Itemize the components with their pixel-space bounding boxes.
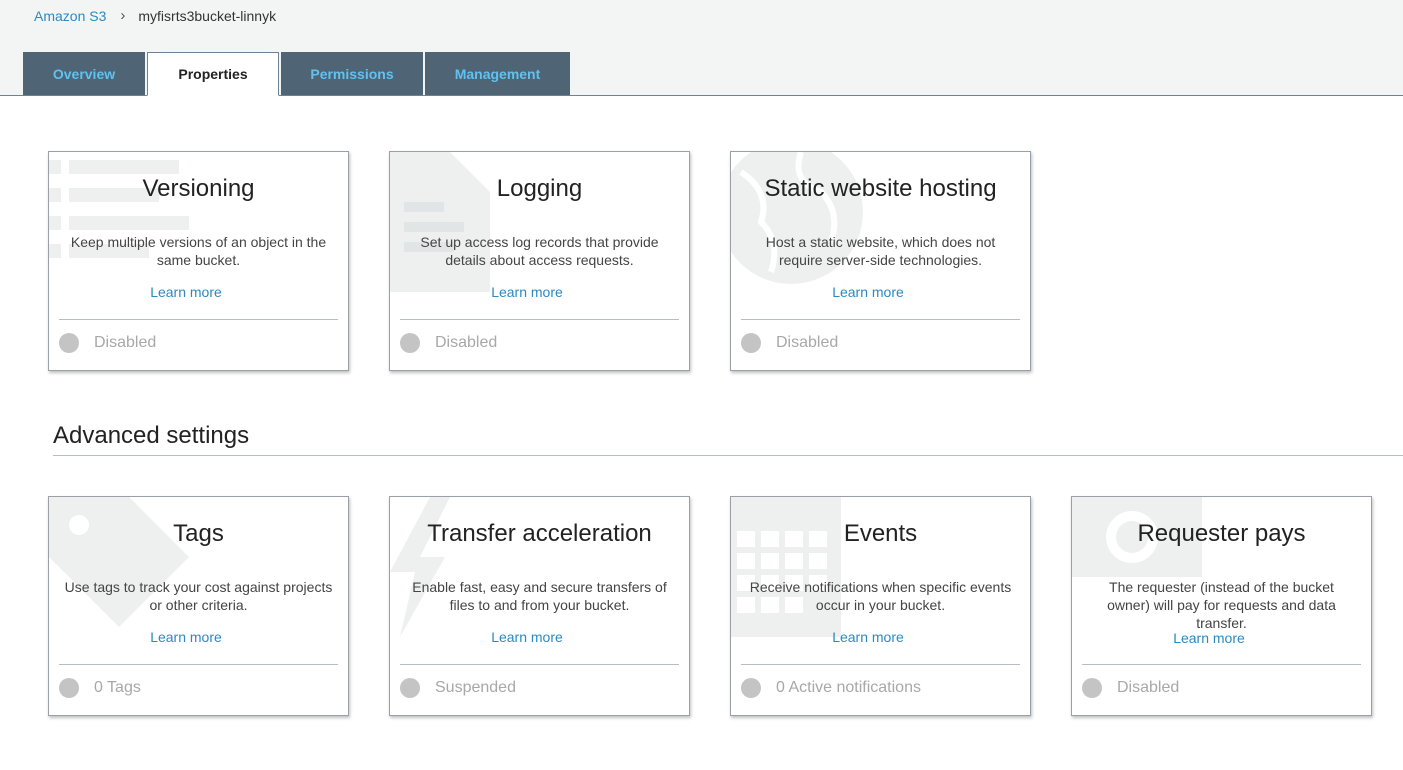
status-dot-icon — [741, 333, 761, 353]
card-divider — [741, 664, 1020, 665]
learn-more-link[interactable]: Learn more — [731, 629, 1005, 645]
status-indicator: Disabled — [400, 333, 497, 353]
status-text: Disabled — [1117, 679, 1180, 696]
requester-pays-card[interactable]: Requester pays The requester (instead of… — [1071, 496, 1372, 716]
status-text: 0 Active notifications — [776, 679, 921, 696]
card-divider — [400, 664, 679, 665]
status-indicator: Disabled — [741, 333, 838, 353]
status-indicator: 0 Tags — [59, 678, 141, 698]
events-card[interactable]: Events Receive notifications when specif… — [730, 496, 1031, 716]
card-description: Host a static website, which does not re… — [765, 234, 996, 268]
status-indicator: Suspended — [400, 678, 516, 698]
card-description: Enable fast, easy and secure transfers o… — [412, 579, 667, 613]
status-dot-icon — [59, 678, 79, 698]
tag-icon — [49, 497, 189, 627]
card-description: Keep multiple versions of an object in t… — [70, 234, 327, 268]
versioning-card[interactable]: Versioning Keep multiple versions of an … — [48, 151, 349, 371]
card-divider — [741, 319, 1020, 320]
static-website-hosting-card[interactable]: Static website hosting Host a static web… — [730, 151, 1031, 371]
document-icon — [390, 152, 490, 292]
status-text: Suspended — [435, 679, 516, 696]
card-divider — [59, 319, 338, 320]
card-description: Set up access log records that provide d… — [420, 234, 659, 268]
status-dot-icon — [741, 678, 761, 698]
list-icon — [49, 160, 189, 258]
card-divider — [59, 664, 338, 665]
lightning-icon — [390, 497, 450, 637]
status-dot-icon — [59, 333, 79, 353]
tags-card[interactable]: Tags Use tags to track your cost against… — [48, 496, 349, 716]
learn-more-link[interactable]: Learn more — [390, 629, 664, 645]
status-dot-icon — [400, 678, 420, 698]
section-divider — [53, 455, 1403, 456]
card-title: Versioning — [142, 175, 255, 202]
card-title: Static website hosting — [764, 175, 997, 202]
status-text: Disabled — [776, 334, 839, 351]
tab-overview[interactable]: Overview — [23, 52, 145, 95]
card-title: Transfer acceleration — [427, 520, 652, 547]
calendar-icon — [731, 497, 841, 637]
card-title: Tags — [173, 520, 224, 547]
bucket-tabs: Overview Properties Permissions Manageme… — [23, 52, 572, 96]
breadcrumb-separator-icon: › — [120, 7, 126, 24]
status-text: Disabled — [94, 334, 157, 351]
card-description: Receive notifications when specific even… — [749, 579, 1012, 613]
status-text: 0 Tags — [94, 679, 141, 696]
learn-more-link[interactable]: Learn more — [731, 284, 1005, 300]
tab-management[interactable]: Management — [425, 52, 570, 95]
status-dot-icon — [1082, 678, 1102, 698]
breadcrumb-bucket-name: myfisrts3bucket-linnyk — [138, 7, 277, 24]
tab-properties[interactable]: Properties — [147, 52, 279, 96]
transfer-acceleration-card[interactable]: Transfer acceleration Enable fast, easy … — [389, 496, 690, 716]
learn-more-link[interactable]: Learn more — [390, 284, 664, 300]
globe-icon — [731, 152, 863, 284]
learn-more-link[interactable]: Learn more — [49, 629, 323, 645]
status-indicator: 0 Active notifications — [741, 678, 921, 698]
status-dot-icon — [400, 333, 420, 353]
status-text: Disabled — [435, 334, 498, 351]
card-title: Events — [843, 520, 918, 547]
card-divider — [1082, 664, 1361, 665]
tab-permissions[interactable]: Permissions — [281, 52, 423, 95]
card-title: Logging — [496, 175, 583, 202]
advanced-settings-heading: Advanced settings — [53, 422, 250, 449]
breadcrumb-amazon-s3-link[interactable]: Amazon S3 — [34, 8, 106, 24]
breadcrumb: Amazon S3 › myfisrts3bucket-linnyk — [34, 7, 276, 24]
status-indicator: Disabled — [59, 333, 156, 353]
learn-more-link[interactable]: Learn more — [49, 284, 323, 300]
card-title: Requester pays — [1137, 520, 1306, 547]
status-indicator: Disabled — [1082, 678, 1179, 698]
learn-more-link[interactable]: Learn more — [1072, 630, 1346, 646]
page-header: Amazon S3 › myfisrts3bucket-linnyk Overv… — [0, 0, 1403, 96]
logging-card[interactable]: Logging Set up access log records that p… — [389, 151, 690, 371]
card-description: The requester (instead of the bucket own… — [1107, 579, 1336, 631]
card-divider — [400, 319, 679, 320]
card-description: Use tags to track your cost against proj… — [64, 579, 333, 613]
